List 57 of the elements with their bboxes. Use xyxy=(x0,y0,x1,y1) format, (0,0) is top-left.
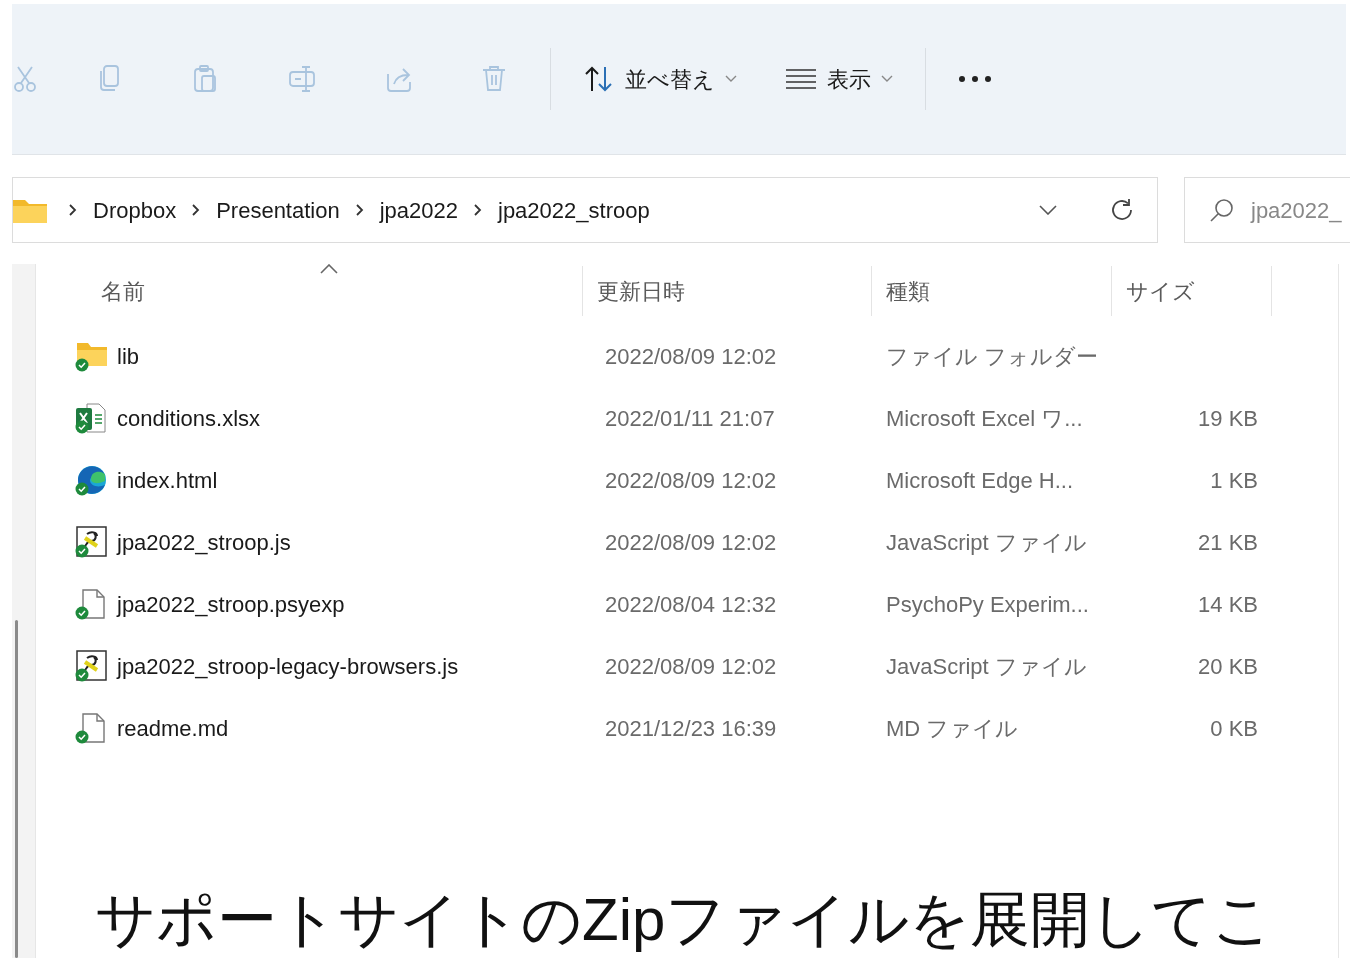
file-name[interactable]: index.html xyxy=(117,463,218,497)
view-button[interactable]: 表示 xyxy=(761,54,917,104)
file-size: 21 KB xyxy=(1198,529,1258,555)
scrollbar-thumb[interactable] xyxy=(15,620,18,958)
search-icon xyxy=(1209,197,1235,223)
file-type: Microsoft Excel ワ... xyxy=(886,405,1083,431)
chevron-right-icon xyxy=(192,204,201,216)
list-view-icon xyxy=(785,68,817,90)
chevron-right-icon xyxy=(69,204,77,216)
chevron-down-icon xyxy=(725,75,737,83)
column-header[interactable]: 種類 xyxy=(872,266,1112,316)
file-size: 19 KB xyxy=(1198,405,1258,431)
file-type: MD ファイル xyxy=(886,715,1019,741)
breadcrumb-link[interactable]: Dropbox xyxy=(89,193,181,227)
sort-icon xyxy=(583,65,615,93)
file-size: 14 KB xyxy=(1198,591,1258,617)
chevron-right-icon xyxy=(355,204,364,216)
more-icon xyxy=(958,75,992,83)
search-placeholder: jpa2022_ xyxy=(1251,196,1342,225)
modified-date: 2022/01/11 21:07 xyxy=(605,405,775,431)
file-type: Microsoft Edge H... xyxy=(886,467,1074,493)
breadcrumb-link[interactable]: jpa2022 xyxy=(375,193,462,227)
modified-date: 2022/08/04 12:32 xyxy=(605,591,777,617)
sort-button[interactable]: 並べ替え xyxy=(559,54,761,104)
file-type: ファイル フォルダー xyxy=(886,343,1099,369)
modified-date: 2021/12/23 16:39 xyxy=(605,715,777,741)
chevron-right-icon xyxy=(474,204,482,216)
file-name[interactable]: lib xyxy=(117,339,139,373)
file-type: PsychoPy Experim... xyxy=(886,591,1089,617)
file-name[interactable]: conditions.xlsx xyxy=(117,401,261,435)
address-bar[interactable]: Dropbox Presentation jpa2022 jpa2022_stroop xyxy=(12,177,1158,243)
file-size: 1 KB xyxy=(1210,467,1258,493)
chevron-down-icon xyxy=(881,75,893,83)
modified-date: 2022/08/09 12:02 xyxy=(605,529,777,555)
breadcrumb-link[interactable]: jpa2022_stroop xyxy=(494,193,654,227)
refresh-icon[interactable] xyxy=(1109,197,1135,223)
column-header[interactable]: 更新日時 xyxy=(583,266,872,316)
file-name[interactable]: jpa2022_stroop.js xyxy=(117,525,291,559)
column-header[interactable]: サイズ xyxy=(1112,266,1272,316)
chevron-down-icon[interactable] xyxy=(1039,205,1057,215)
file-name[interactable]: readme.md xyxy=(117,711,229,745)
modified-date: 2022/08/09 12:02 xyxy=(605,467,777,493)
file-type: JavaScript ファイル xyxy=(886,653,1087,679)
spreadsheet-icon xyxy=(75,402,109,434)
file-name[interactable]: jpa2022_stroop-legacy-browsers.js xyxy=(117,649,459,683)
file-name[interactable]: jpa2022_stroop.psyexp xyxy=(117,587,345,621)
search-field[interactable]: jpa2022_ xyxy=(1184,177,1350,243)
caption-text: サポートサイトのZipファイルを展開してこ xyxy=(95,885,1274,955)
column-header[interactable]: 名前 xyxy=(75,266,583,316)
folder-icon xyxy=(13,197,47,223)
modified-date: 2022/08/09 12:02 xyxy=(605,653,777,679)
file-size: 0 KB xyxy=(1210,715,1258,741)
file-size: 20 KB xyxy=(1198,653,1258,679)
file-type: JavaScript ファイル xyxy=(886,529,1087,555)
browser-icon xyxy=(75,464,109,496)
modified-date: 2022/08/09 12:02 xyxy=(605,343,777,369)
breadcrumb-link[interactable]: Presentation xyxy=(212,193,344,227)
